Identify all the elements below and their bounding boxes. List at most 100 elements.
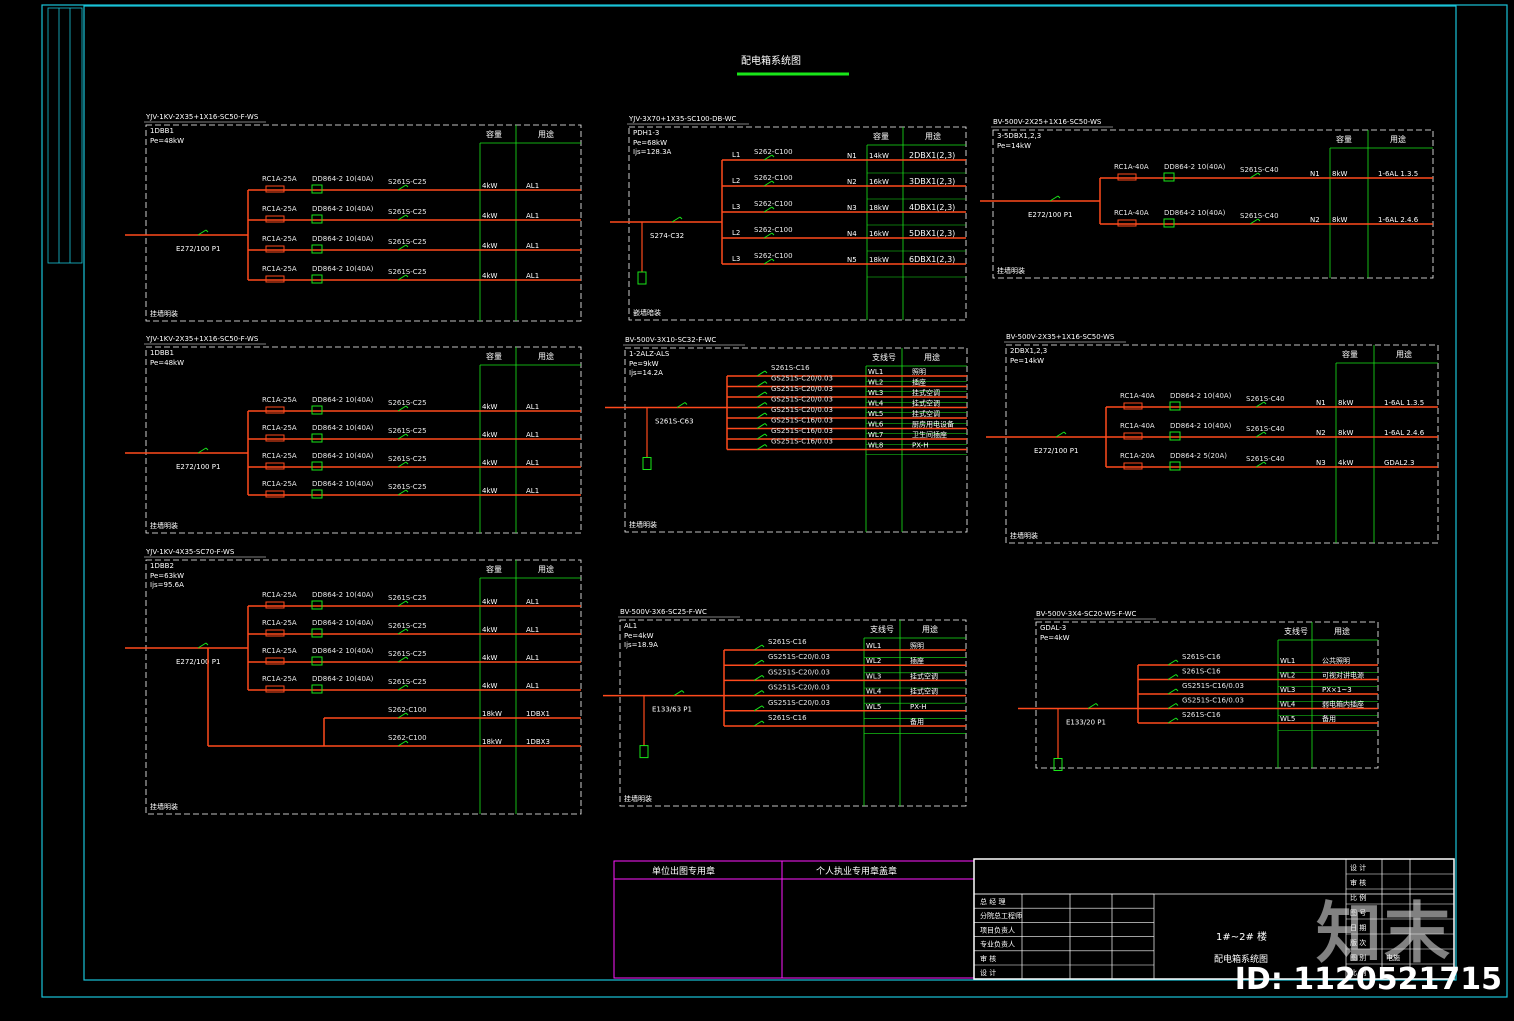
fuse-icon: [265, 245, 285, 253]
unit-seal-label: 单位出图专用章: [652, 865, 715, 877]
breaker-label: S261S-C40: [1246, 455, 1285, 463]
breaker-label: S261S-C25: [388, 622, 427, 630]
column-header-capacity: 支线号: [870, 624, 894, 634]
fuse-icon: [265, 185, 285, 193]
fuse-icon: [1123, 402, 1143, 410]
circuit-row: S261S-C16 WL5 备用: [1138, 711, 1378, 731]
circuit-row: RC1A-25A DD864-2 10(40A) S261S-C25 4kW AL1: [248, 619, 581, 638]
circuit-use: 6DBX1(2,3): [909, 255, 955, 264]
circuit-row: L2 S262-C100 N4 16kW 5DBX1(2,3): [722, 226, 966, 252]
panel-1: YJV-1KV-2X35+1X16-SC50-F-WS 1DBB1 Pe=48kW 容…: [125, 113, 582, 322]
circuit-capacity: 4kW: [482, 626, 498, 634]
rcd-label: RC1A-20A: [1120, 452, 1155, 460]
panel-id: 1DBB1: [150, 127, 174, 135]
fuse-icon: [265, 601, 285, 609]
meter-label: DD864-2 10(40A): [312, 235, 374, 243]
breaker-label: S262-C100: [754, 174, 793, 182]
circuit-use: 弱电箱内插座: [1322, 700, 1364, 709]
panel-info: Pe=14kW: [997, 142, 1031, 150]
personal-seal-label: 个人执业专用章盖章: [816, 865, 897, 877]
rcd-label: RC1A-25A: [262, 175, 297, 183]
project-name: 1#~2# 楼: [1216, 930, 1267, 943]
title-row-label: 专业负责人: [980, 940, 1015, 949]
rcd-label: RC1A-25A: [262, 619, 297, 627]
meter-label: DD864-2 10(40A): [312, 647, 374, 655]
meter-label: DD864-2 10(40A): [1164, 209, 1226, 217]
fuse-icon: [265, 490, 285, 498]
install-note: 挂墙明装: [1010, 531, 1038, 540]
circuit-use: GDAL2.3: [1384, 459, 1415, 467]
circuit-capacity: 8kW: [1338, 429, 1354, 437]
feeder-label: YJV-1KV-2X35+1X16-SC50-F-WS: [145, 113, 259, 121]
breaker-label: GS251S-C16/0.03: [771, 417, 833, 425]
feeder-label: YJV-1KV-4X35-SC70-F-WS: [145, 548, 235, 556]
circuit-row: RC1A-25A DD864-2 10(40A) S261S-C25 4kW AL1: [248, 396, 581, 415]
circuit-capacity: 16kW: [869, 230, 889, 238]
meter-label: DD864-2 10(40A): [312, 480, 374, 488]
panel-info: Pe=9kW: [629, 360, 659, 368]
circuit-use: PX-H: [912, 442, 928, 450]
circuit-use: AL1: [526, 272, 539, 280]
circuit-capacity: WL4: [868, 400, 884, 408]
circuit-capacity: 4kW: [482, 459, 498, 467]
circuit-no: N4: [847, 230, 857, 238]
panel-info: Pe=4kW: [1040, 634, 1070, 642]
meter-icon: [311, 274, 323, 284]
breaker-label: S261S-C25: [388, 238, 427, 246]
circuit-use: 1DBX3: [526, 738, 550, 746]
circuit-use: 2DBX1(2,3): [909, 151, 955, 160]
spd-icon: [642, 457, 652, 470]
circuit-capacity: 4kW: [482, 242, 498, 250]
panel-info: Ijs=128.3A: [633, 148, 672, 156]
feeder-label: BV-500V-3X4-SC20-WS-F-WC: [1036, 610, 1137, 618]
circuit-capacity: 4kW: [482, 272, 498, 280]
breaker-label: S261S-C25: [388, 594, 427, 602]
panel-enclosure: [1035, 621, 1379, 769]
circuit-capacity: WL1: [1280, 657, 1295, 665]
breaker-label: S261S-C25: [388, 399, 427, 407]
title-row-label: 设 计: [980, 968, 996, 977]
fuse-icon: [265, 434, 285, 442]
breaker-label: GS251S-C16/0.03: [771, 427, 833, 435]
circuit-use: 备用: [1322, 714, 1336, 723]
meter-label: DD864-2 10(40A): [312, 265, 374, 273]
circuit-capacity: WL3: [868, 389, 883, 397]
panel-id: AL1: [624, 622, 637, 630]
panel-enclosure: [1005, 344, 1439, 544]
circuit-use: 照明: [912, 368, 926, 376]
breaker-label: GS251S-C20/0.03: [771, 406, 833, 414]
circuit-capacity: 14kW: [869, 152, 889, 160]
circuit-use: 挂式空调: [910, 671, 938, 680]
circuit-row: RC1A-40A DD864-2 10(40A) S261S-C40 N1 8kW 1-6…: [1100, 163, 1433, 182]
column-header-use: 用途: [538, 129, 554, 139]
feeder-label: BV-500V-3X10-SC32-F-WC: [625, 336, 716, 344]
rcd-label: RC1A-25A: [262, 452, 297, 460]
breaker-label: S262-C100: [754, 200, 793, 208]
panel-info: Ijs=18.9A: [624, 641, 658, 649]
meter-icon: [1169, 431, 1181, 441]
phase-label: L2: [732, 177, 740, 185]
circuit-row: L1 S262-C100 N1 14kW 2DBX1(2,3): [722, 148, 966, 174]
circuit-use: PX-H: [910, 703, 926, 711]
circuit-row: GS251S-C16/0.03 WL8 PX-H: [727, 438, 967, 456]
drawing-title: 配电箱系统图: [741, 54, 801, 67]
phase-label: L2: [732, 229, 740, 237]
rcd-label: RC1A-25A: [262, 675, 297, 683]
breaker-label: S262-C100: [388, 734, 427, 742]
circuit-capacity: WL7: [868, 431, 883, 439]
circuit-use: 插座: [912, 378, 926, 387]
panel-info: Pe=48kW: [150, 137, 184, 145]
circuit-capacity: 18kW: [869, 256, 889, 264]
circuit-row: RC1A-40A DD864-2 10(40A) S261S-C40 N1 8kW 1-6…: [1106, 392, 1438, 411]
circuit-capacity: 4kW: [482, 487, 498, 495]
circuit-use: 挂式空调: [912, 388, 940, 397]
breaker-label: GS251S-C20/0.03: [768, 699, 830, 707]
circuit-row: GS251S-C16/0.03 WL3 PX×1~3: [1138, 682, 1378, 702]
fuse-icon: [265, 685, 285, 693]
circuit-capacity: 18kW: [869, 204, 889, 212]
breaker-label: S261S-C16: [768, 638, 807, 646]
circuit-use: AL1: [526, 431, 539, 439]
column-header-capacity: 容量: [486, 129, 502, 139]
circuit-capacity: 8kW: [1332, 170, 1348, 178]
panel-info: Pe=48kW: [150, 359, 184, 367]
